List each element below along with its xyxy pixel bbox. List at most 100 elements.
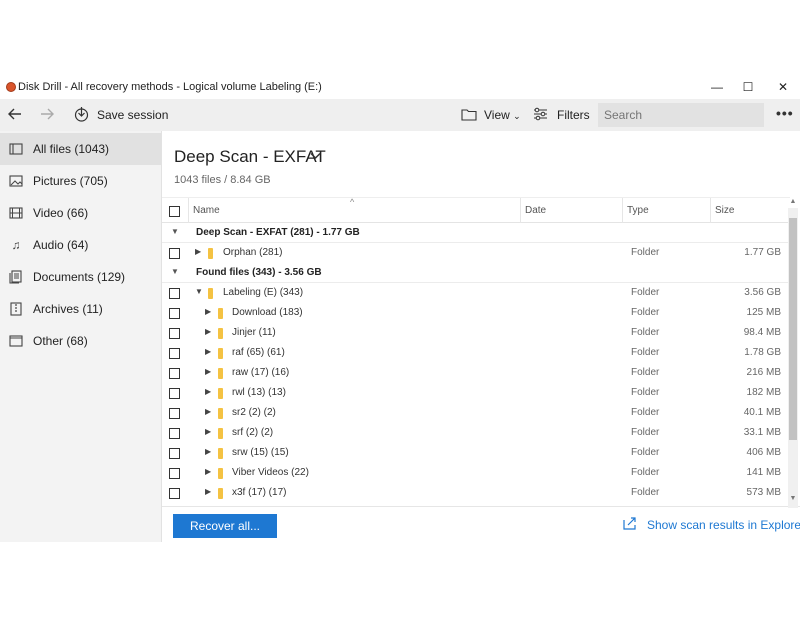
row-checkbox[interactable] [169,408,180,419]
expand-arrow-icon[interactable]: ▶ [205,327,211,336]
table-row[interactable]: ▶ srf (2) (2) Folder 33.1 MB [162,423,790,443]
column-header-type[interactable]: Type [627,205,649,216]
filters-button[interactable]: Filters [557,108,590,122]
title-bar: Disk Drill - All recovery methods - Logi… [0,76,800,98]
row-checkbox[interactable] [169,448,180,459]
maximize-button[interactable]: ☐ [731,76,765,98]
row-checkbox[interactable] [169,248,180,259]
row-checkbox[interactable] [169,488,180,499]
arrow-left-icon[interactable] [8,107,22,124]
expand-arrow-icon[interactable]: ▶ [205,487,211,496]
sidebar-item-archives[interactable]: Archives (11) [0,293,161,325]
table-row[interactable]: ▶ Download (183) Folder 125 MB [162,303,790,323]
recover-all-button[interactable]: Recover all... [173,514,277,538]
row-checkbox[interactable] [169,328,180,339]
page-title[interactable]: Deep Scan - EXFAT [174,147,326,167]
collapse-triangle-icon[interactable]: ▼ [171,227,179,236]
table-row[interactable]: ▼ Labeling (E) (343) Folder 3.56 GB [162,283,790,303]
archives-icon [9,302,23,316]
more-options-icon[interactable]: ••• [776,105,794,121]
row-size: 182 MB [746,387,781,398]
scroll-up-icon[interactable]: ▲ [788,198,798,205]
sidebar-item-label: Other (68) [33,334,88,348]
sidebar-item-other[interactable]: Other (68) [0,325,161,357]
expand-arrow-icon[interactable]: ▶ [205,467,211,476]
row-checkbox[interactable] [169,308,180,319]
filters-icon[interactable] [533,107,548,124]
show-in-explorer-link[interactable]: Show scan results in Explorer [647,518,800,532]
column-header-name[interactable]: Name [193,205,220,216]
sort-ascending-icon: ^ [350,197,355,207]
collapse-triangle-icon[interactable]: ▼ [171,267,179,276]
expand-arrow-icon[interactable]: ▶ [205,307,211,316]
table-row[interactable]: ▶ Viber Videos (22) Folder 141 MB [162,463,790,483]
sidebar-item-pictures[interactable]: Pictures (705) [0,165,161,197]
footer-bar: Recover all... Show scan results in Expl… [162,506,800,542]
sidebar-item-all-files[interactable]: All files (1043) [0,133,161,165]
all-files-icon [9,142,23,156]
folder-icon [218,408,223,419]
table-row[interactable]: ▶ rwl (13) (13) Folder 182 MB [162,383,790,403]
column-header-size[interactable]: Size [715,205,734,216]
row-checkbox[interactable] [169,368,180,379]
row-name: raf (65) (61) [232,347,285,358]
collapse-arrow-icon[interactable]: ▼ [195,287,203,296]
table-row[interactable]: ▶ sr2 (2) (2) Folder 40.1 MB [162,403,790,423]
row-name: Viber Videos (22) [232,467,309,478]
table-row[interactable]: ▶ srw (15) (15) Folder 406 MB [162,443,790,463]
toolbar: Save session View ⌄ Filters ••• [0,99,800,131]
column-header-date[interactable]: Date [525,205,546,216]
expand-arrow-icon[interactable]: ▶ [205,447,211,456]
save-session-icon[interactable] [74,106,89,125]
pictures-icon [9,174,23,188]
folder-icon [208,248,213,259]
expand-arrow-icon[interactable]: ▶ [205,427,211,436]
scroll-down-icon[interactable]: ▼ [788,495,798,502]
table-row[interactable]: ▶ raw (17) (16) Folder 216 MB [162,363,790,383]
group-row[interactable]: ▼ Deep Scan - EXFAT (281) - 1.77 GB [162,223,790,243]
column-divider[interactable] [520,198,521,223]
row-checkbox[interactable] [169,428,180,439]
table-row[interactable]: ▶ Jinjer (11) Folder 98.4 MB [162,323,790,343]
folder-view-icon[interactable] [461,108,477,124]
table-header: ^ Name Date Type Size [162,197,790,223]
expand-arrow-icon[interactable]: ▶ [205,387,211,396]
table-row[interactable]: ▶ Orphan (281) Folder 1.77 GB [162,243,790,263]
minimize-button[interactable]: — [700,76,734,98]
table-row[interactable]: ▶ raf (65) (61) Folder 1.78 GB [162,343,790,363]
view-menu-button[interactable]: View ⌄ [484,108,521,122]
video-icon [9,206,23,220]
expand-arrow-icon[interactable]: ▶ [205,347,211,356]
row-checkbox[interactable] [169,468,180,479]
folder-icon [218,468,223,479]
sidebar-item-audio[interactable]: ♫ Audio (64) [0,229,161,261]
group-row[interactable]: ▼ Found files (343) - 3.56 GB [162,263,790,283]
group-label: Found files (343) - 3.56 GB [196,267,322,278]
sidebar-item-video[interactable]: Video (66) [0,197,161,229]
folder-icon [218,488,223,499]
row-size: 1.78 GB [744,347,781,358]
row-checkbox[interactable] [169,388,180,399]
expand-arrow-icon[interactable]: ▶ [195,247,201,256]
chevron-down-icon[interactable] [310,149,321,163]
search-input[interactable] [598,103,764,127]
scrollbar-thumb[interactable] [789,218,797,440]
arrow-right-icon[interactable] [40,107,54,124]
expand-arrow-icon[interactable]: ▶ [205,367,211,376]
row-name: x3f (17) (17) [232,487,287,498]
save-session-button[interactable]: Save session [97,108,168,122]
row-checkbox[interactable] [169,348,180,359]
folder-icon [218,308,223,319]
row-type: Folder [631,467,660,478]
select-all-checkbox[interactable] [169,206,180,217]
row-checkbox[interactable] [169,288,180,299]
column-divider[interactable] [710,198,711,223]
sidebar-item-documents[interactable]: Documents (129) [0,261,161,293]
expand-arrow-icon[interactable]: ▶ [205,407,211,416]
sidebar-item-label: Pictures (705) [33,174,108,188]
external-link-icon[interactable] [623,517,637,533]
column-divider[interactable] [622,198,623,223]
row-size: 3.56 GB [744,287,781,298]
close-button[interactable]: ✕ [766,76,800,98]
table-row[interactable]: ▶ x3f (17) (17) Folder 573 MB [162,483,790,503]
